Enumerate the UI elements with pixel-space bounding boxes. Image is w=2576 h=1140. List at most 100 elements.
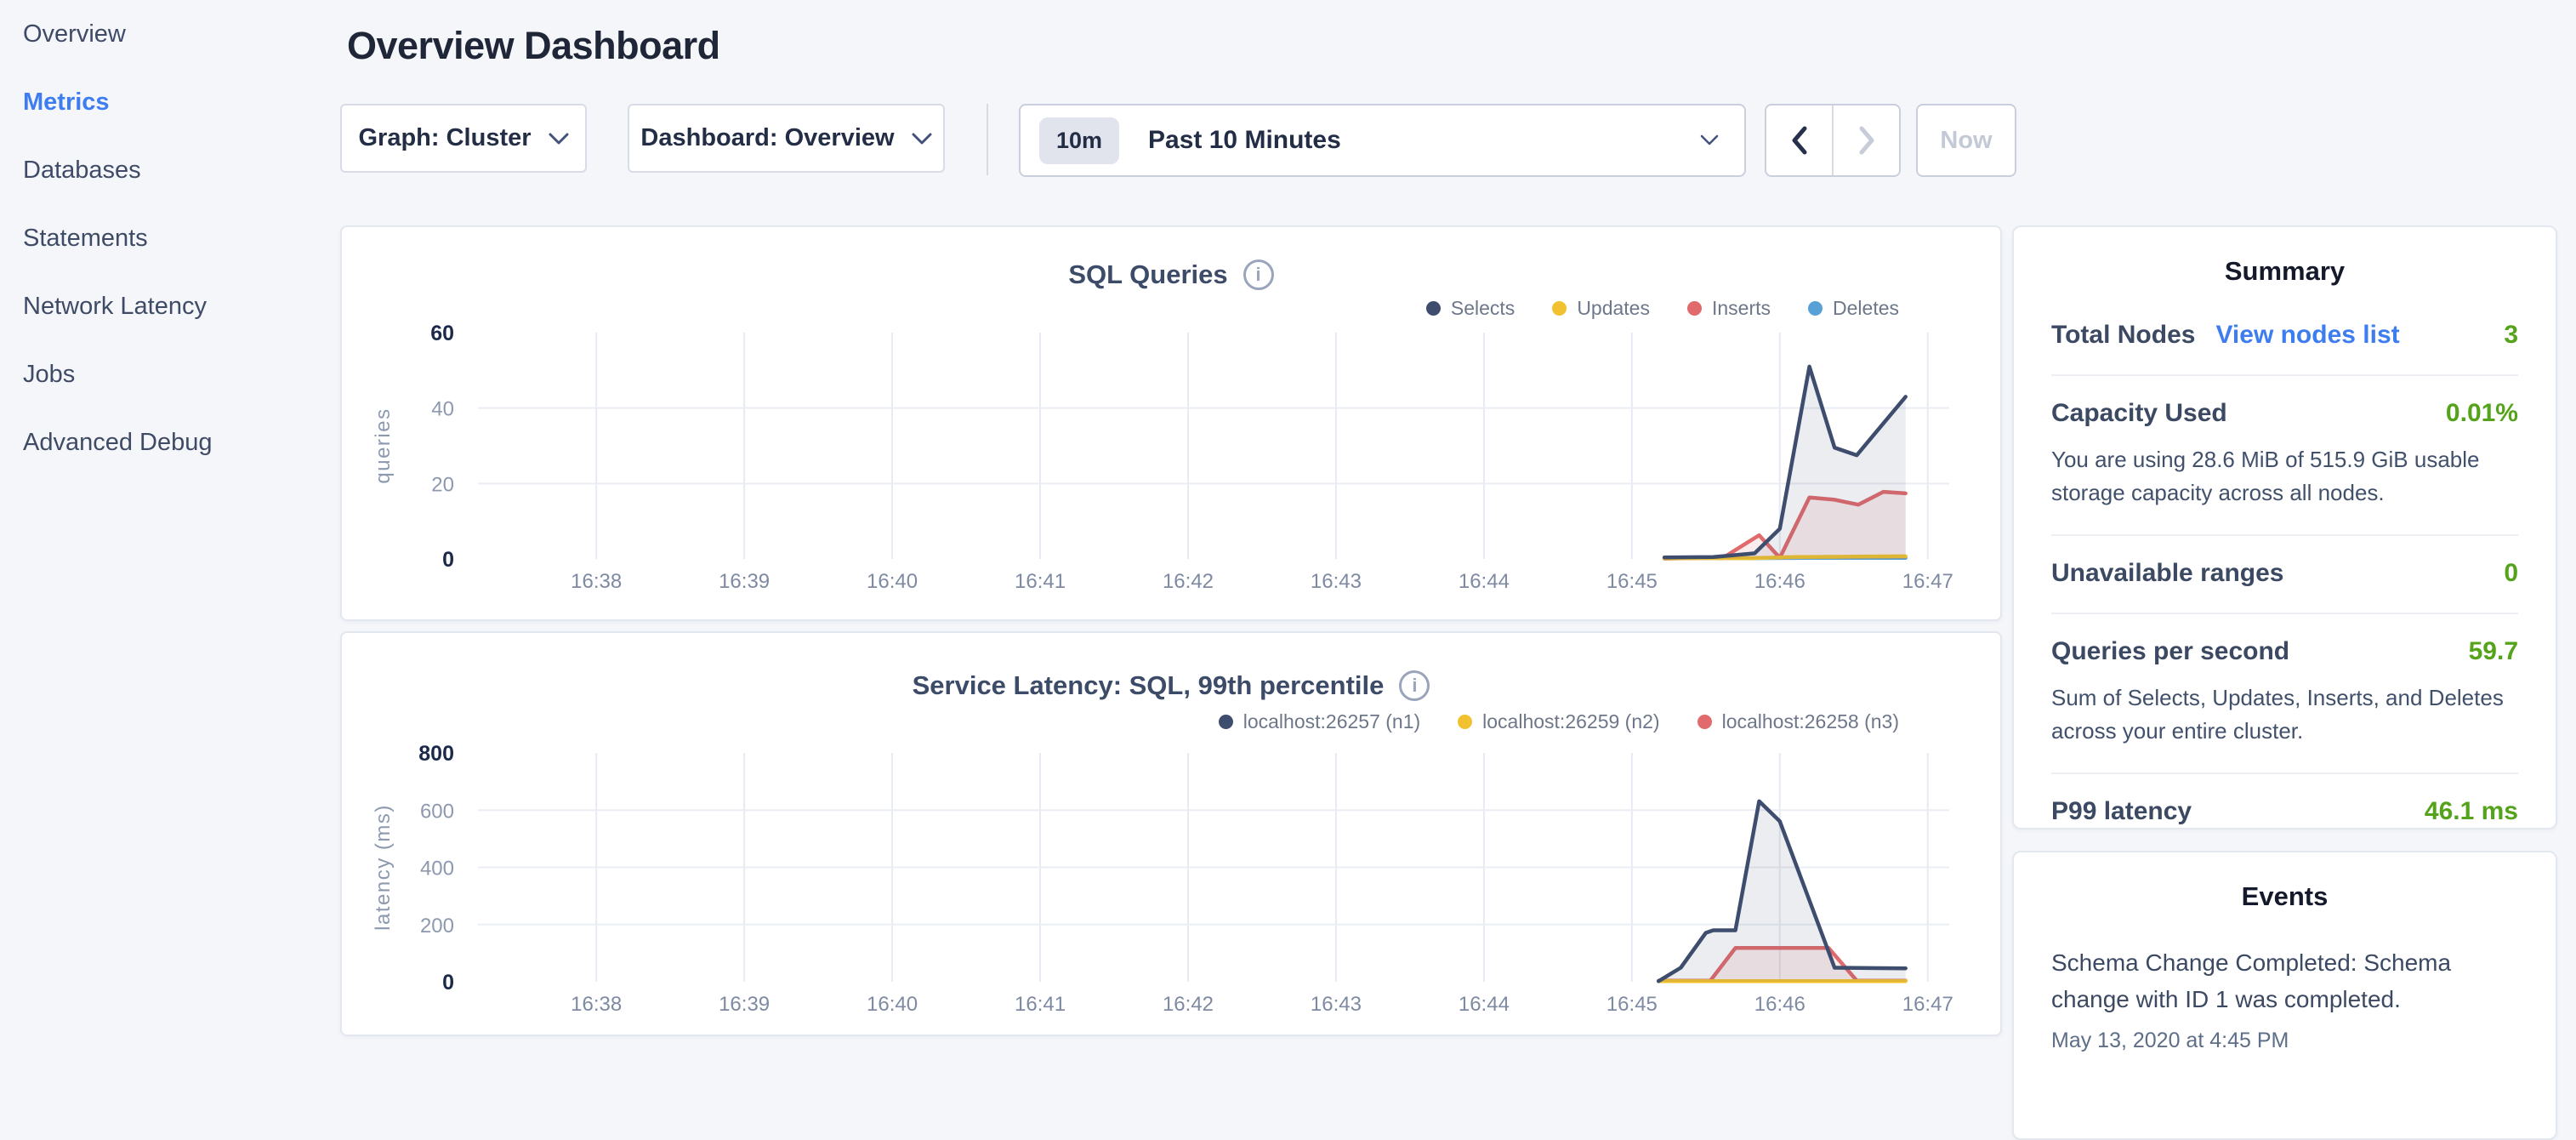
summary-row-capacity-used: Capacity Used 0.01% You are using 28.6 M… bbox=[2051, 374, 2518, 534]
summary-row-value: 3 bbox=[2504, 321, 2518, 350]
legend-item: Inserts bbox=[1687, 297, 1771, 320]
svg-text:16:42: 16:42 bbox=[1163, 993, 1214, 1016]
svg-text:16:44: 16:44 bbox=[1459, 993, 1510, 1016]
svg-text:16:45: 16:45 bbox=[1606, 993, 1658, 1016]
summary-row-label: P99 latency bbox=[2051, 797, 2192, 826]
svg-text:40: 40 bbox=[431, 398, 454, 421]
svg-text:16:44: 16:44 bbox=[1459, 570, 1510, 593]
time-range-label: Past 10 Minutes bbox=[1148, 126, 1341, 155]
chart-legend: localhost:26257 (n1) localhost:26259 (n2)… bbox=[1219, 710, 1899, 733]
summary-row-value: 0.01% bbox=[2446, 399, 2518, 428]
summary-row-subtext: You are using 28.6 MiB of 515.9 GiB usab… bbox=[2051, 443, 2518, 510]
chevron-left-icon bbox=[1791, 126, 1808, 155]
legend-dot-icon bbox=[1697, 715, 1712, 729]
sidebar-item-network-latency[interactable]: Network Latency bbox=[0, 272, 340, 340]
legend-label: Inserts bbox=[1712, 297, 1771, 320]
svg-text:16:47: 16:47 bbox=[1902, 570, 1953, 593]
legend-dot-icon bbox=[1552, 301, 1567, 316]
view-nodes-list-link[interactable]: View nodes list bbox=[2215, 321, 2399, 350]
summary-title: Summary bbox=[2014, 227, 2556, 287]
svg-text:16:39: 16:39 bbox=[719, 570, 770, 593]
legend-label: Deletes bbox=[1833, 297, 1899, 320]
step-back-button[interactable] bbox=[1766, 105, 1834, 175]
time-step-buttons bbox=[1765, 104, 1901, 177]
sidebar-item-overview[interactable]: Overview bbox=[0, 0, 340, 68]
sidebar-item-statements[interactable]: Statements bbox=[0, 204, 340, 272]
dashboard-dropdown-label: Dashboard: Overview bbox=[640, 124, 894, 152]
sql-queries-card: 16:38 16:39 16:40 16:41 16:42 16:43 16:44 16:45… bbox=[340, 225, 2002, 621]
event-item-text[interactable]: Schema Change Completed: Schema change w… bbox=[2051, 944, 2518, 1018]
svg-text:16:46: 16:46 bbox=[1754, 993, 1805, 1016]
svg-text:0: 0 bbox=[442, 971, 454, 995]
legend-item: localhost:26259 (n2) bbox=[1458, 710, 1659, 733]
chevron-down-icon bbox=[912, 124, 932, 152]
legend-label: Selects bbox=[1451, 297, 1515, 320]
sidebar-nav: OverviewMetricsDatabasesStatementsNetwor… bbox=[0, 0, 340, 1052]
svg-text:400: 400 bbox=[420, 858, 454, 881]
event-item-time: May 13, 2020 at 4:45 PM bbox=[2051, 1029, 2518, 1053]
legend-item: localhost:26258 (n3) bbox=[1697, 710, 1899, 733]
summary-row-unavailable-ranges: Unavailable ranges 0 bbox=[2051, 534, 2518, 613]
service-latency-card: 16:3816:3916:4016:4116:4216:4316:4416:45… bbox=[340, 631, 2002, 1036]
info-icon[interactable]: i bbox=[1399, 670, 1430, 701]
graph-dropdown[interactable]: Graph: Cluster bbox=[340, 104, 587, 173]
summary-row-label: Queries per second bbox=[2051, 637, 2289, 666]
legend-item: Selects bbox=[1426, 297, 1515, 320]
svg-text:0: 0 bbox=[442, 548, 454, 572]
now-button[interactable]: Now bbox=[1916, 104, 2016, 177]
legend-label: Updates bbox=[1577, 297, 1650, 320]
svg-text:latency (ms): latency (ms) bbox=[372, 804, 395, 931]
dashboard-dropdown[interactable]: Dashboard: Overview bbox=[628, 104, 945, 173]
time-range-picker[interactable]: 10m Past 10 Minutes bbox=[1019, 104, 1746, 177]
legend-label: localhost:26257 (n1) bbox=[1243, 710, 1420, 733]
summary-row-queries-per-second: Queries per second 59.7 Sum of Selects, … bbox=[2051, 613, 2518, 772]
chart-title: SQL Queries bbox=[1068, 259, 1227, 290]
svg-text:16:45: 16:45 bbox=[1606, 570, 1658, 593]
svg-text:16:41: 16:41 bbox=[1015, 993, 1066, 1016]
sidebar-item-advanced-debug[interactable]: Advanced Debug bbox=[0, 408, 340, 476]
summary-row-label: Capacity Used bbox=[2051, 399, 2227, 428]
svg-text:16:41: 16:41 bbox=[1015, 570, 1066, 593]
summary-panel: Summary Total Nodes View nodes list 3 Ca… bbox=[2012, 225, 2557, 829]
svg-text:16:42: 16:42 bbox=[1163, 570, 1214, 593]
chart-legend: Selects Updates Inserts Deletes bbox=[1426, 297, 1899, 320]
sidebar-item-metrics[interactable]: Metrics bbox=[0, 68, 340, 136]
svg-text:queries: queries bbox=[372, 408, 395, 483]
summary-row-value: 59.7 bbox=[2469, 637, 2518, 666]
svg-text:16:40: 16:40 bbox=[867, 570, 918, 593]
graph-dropdown-label: Graph: Cluster bbox=[358, 124, 531, 152]
svg-text:200: 200 bbox=[420, 915, 454, 938]
summary-row-value: 46.1 ms bbox=[2425, 797, 2518, 826]
sidebar-item-jobs[interactable]: Jobs bbox=[0, 340, 340, 408]
summary-row-label: Total Nodes bbox=[2051, 321, 2195, 350]
legend-item: Deletes bbox=[1808, 297, 1899, 320]
summary-row-label: Unavailable ranges bbox=[2051, 559, 2283, 588]
time-range-badge: 10m bbox=[1039, 117, 1119, 164]
legend-dot-icon bbox=[1687, 301, 1702, 316]
legend-dot-icon bbox=[1458, 715, 1472, 729]
events-title: Events bbox=[2014, 852, 2556, 912]
events-panel: Events Schema Change Completed: Schema c… bbox=[2012, 851, 2557, 1140]
page-title: Overview Dashboard bbox=[347, 24, 720, 68]
summary-row-value: 0 bbox=[2504, 559, 2518, 588]
chevron-down-icon bbox=[1700, 134, 1719, 151]
info-icon[interactable]: i bbox=[1243, 259, 1274, 290]
chart-title: Service Latency: SQL, 99th percentile bbox=[913, 670, 1385, 701]
svg-text:16:38: 16:38 bbox=[571, 993, 622, 1016]
sidebar-item-databases[interactable]: Databases bbox=[0, 136, 340, 204]
svg-text:16:46: 16:46 bbox=[1754, 570, 1805, 593]
legend-dot-icon bbox=[1426, 301, 1441, 316]
legend-item: localhost:26257 (n1) bbox=[1219, 710, 1420, 733]
step-forward-button[interactable] bbox=[1834, 105, 1899, 175]
svg-text:16:40: 16:40 bbox=[867, 993, 918, 1016]
svg-text:600: 600 bbox=[420, 800, 454, 823]
svg-text:16:43: 16:43 bbox=[1311, 993, 1362, 1016]
chevron-right-icon bbox=[1858, 126, 1875, 155]
svg-text:800: 800 bbox=[418, 742, 454, 766]
svg-text:20: 20 bbox=[431, 473, 454, 496]
summary-row-p99-latency: P99 latency 46.1 ms bbox=[2051, 772, 2518, 851]
svg-text:16:38: 16:38 bbox=[571, 570, 622, 593]
svg-text:16:43: 16:43 bbox=[1311, 570, 1362, 593]
legend-dot-icon bbox=[1219, 715, 1233, 729]
summary-row-total-nodes: Total Nodes View nodes list 3 bbox=[2051, 305, 2518, 374]
